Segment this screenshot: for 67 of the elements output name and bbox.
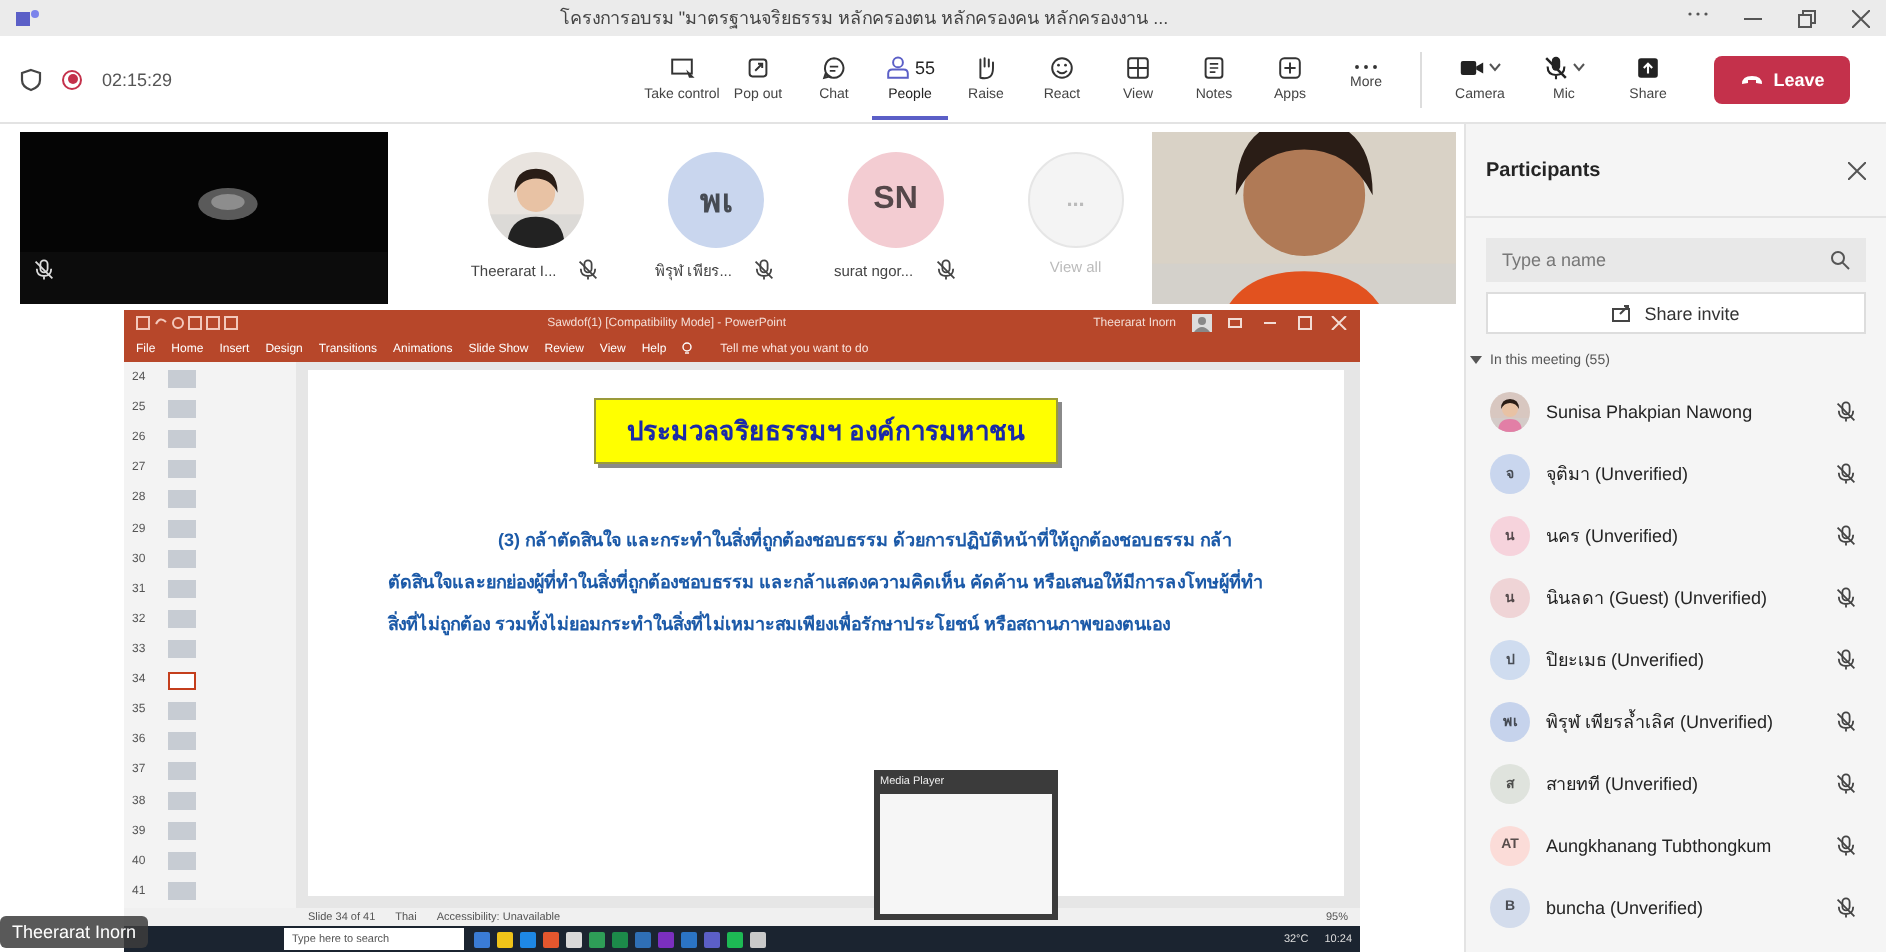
share-icon <box>1612 304 1633 322</box>
meeting-timer: 02:15:29 <box>102 69 173 89</box>
slide-thumbnail[interactable] <box>168 459 196 478</box>
close-icon[interactable] <box>1852 9 1870 27</box>
window-title: โครงการอบรม "มาตรฐานจริยธรรม หลักครองตน หลักครองคน หลักครองงาน ... <box>557 5 1171 32</box>
panel-title: Participants <box>1486 159 1601 181</box>
more-icon[interactable] <box>1688 9 1708 17</box>
grid-icon <box>1124 53 1152 81</box>
leave-button[interactable]: Leave <box>1714 55 1850 103</box>
notes-icon <box>1200 53 1228 81</box>
search-icon <box>1830 250 1850 270</box>
slide-thumbnail[interactable] <box>168 671 196 690</box>
participant-name: จุติมา (Unverified) <box>1546 461 1691 487</box>
participant-name: buncha (Unverified) <box>1546 897 1706 917</box>
participant-name: นคร (Unverified) <box>1546 523 1681 549</box>
pop-out-icon <box>744 53 772 81</box>
close-icon[interactable] <box>1848 161 1866 179</box>
slide-thumbnail[interactable] <box>168 550 196 569</box>
participant-name: พิรุฬ เพียรล้ำเลิศ (Unverified) <box>1546 707 1776 735</box>
slide-thumbnail[interactable] <box>168 701 196 720</box>
people-icon <box>884 53 913 81</box>
avatar-icon <box>1192 314 1212 332</box>
slide-thumbnail[interactable] <box>168 489 196 508</box>
chat-icon <box>820 53 848 81</box>
presenter-name: Theerarat Inorn <box>12 922 137 942</box>
caret-icon <box>1470 356 1482 366</box>
teams-logo-icon <box>16 8 40 28</box>
slide-thumbnail[interactable] <box>168 792 196 811</box>
slide-thumbnail[interactable] <box>168 369 196 387</box>
slide-thumbnail[interactable] <box>168 882 196 901</box>
slide-thumbnail[interactable] <box>168 580 196 599</box>
slide-thumbnail[interactable] <box>168 731 196 750</box>
avatar: SN <box>847 152 944 248</box>
slide-thumbnail[interactable] <box>168 399 196 418</box>
shield-icon <box>20 67 42 91</box>
participant-name: ปิยะเมธ (Unverified) <box>1546 647 1707 673</box>
screen-cursor-icon <box>668 53 696 81</box>
mic-off-icon <box>32 257 56 281</box>
chevron-icon <box>1488 62 1502 72</box>
slide-text: (3) กล้าตัดสินใจ และกระทำในสิ่งที่ถูกต้องชอบธรรม ด้วยการปฏิบัติหน้าที่ให้ถูกต้องชอบธรรม กล้าตัดสินใจและยกย่องผู้ที่ทำในสิ่งที่ถูกต้องชอบธรรม และกล้าแสดงความคิดเห็น คัดค้าน หรือเสนอให้มีการลงโทษผู้ที่ทำสิ่งที่ไม่ถูกต้อง รวมทั้งไม่ยอมกระทำในสิ่งที่ไม่เหมาะสมเพียงเพื่อรักษาประโยชน์ หรือสถานภาพของตนเอง <box>388 525 1266 640</box>
participant-name: นินลดา (Guest) (Unverified) <box>1546 585 1770 611</box>
slide-thumbnail[interactable] <box>168 429 196 448</box>
slide-thumbnail[interactable] <box>168 852 196 871</box>
slide-thumbnail[interactable] <box>168 761 196 780</box>
plus-icon <box>1276 53 1304 81</box>
smiley-icon <box>1048 53 1076 81</box>
slide-heading: ประมวลจริยธรรมฯ องค์การมหาชน <box>593 398 1059 464</box>
slide-thumbnail[interactable] <box>168 822 196 841</box>
people-count: 55 <box>914 57 935 77</box>
participant-name: สายทที (Unverified) <box>1546 771 1701 797</box>
quick-access-drawing <box>136 316 240 330</box>
search-field[interactable]: Type a name <box>1486 238 1866 282</box>
chevron-icon <box>1572 62 1586 72</box>
slide-thumbnail[interactable] <box>168 610 196 629</box>
share-icon <box>1634 53 1662 81</box>
participant-name: Sunisa Phakpian Nawong <box>1546 401 1755 421</box>
share-invite-button[interactable]: Share invite <box>1486 292 1866 334</box>
lightbulb-icon <box>682 342 693 356</box>
slide-thumbnail[interactable] <box>168 520 196 539</box>
restore-icon[interactable] <box>1798 9 1816 27</box>
slide-thumbnail[interactable] <box>168 640 196 659</box>
mic-off-icon <box>1542 53 1570 81</box>
more-icon <box>1354 64 1378 70</box>
window-controls-drawing <box>1228 316 1348 330</box>
participant-name: Aungkhanang Tubthongkum <box>1546 835 1774 855</box>
avatar: พเ <box>667 152 764 248</box>
phone-icon <box>1739 73 1764 85</box>
